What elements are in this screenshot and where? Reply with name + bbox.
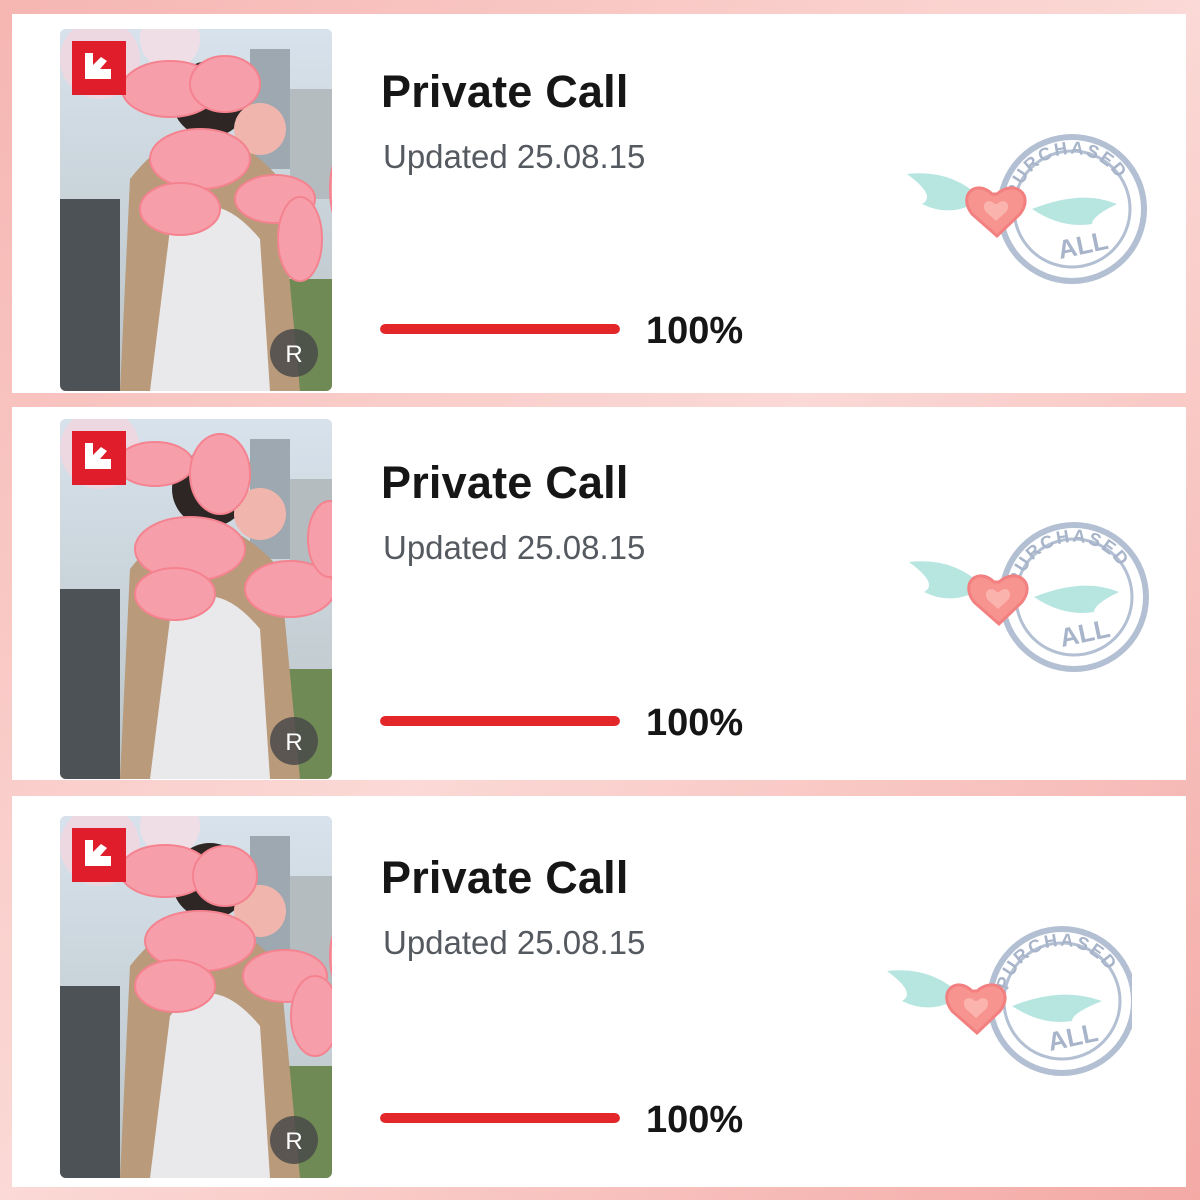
progress-fill — [380, 716, 620, 726]
progress-percent: 100% — [646, 1099, 744, 1141]
cover-artwork: R — [60, 816, 332, 1178]
progress-percent: 100% — [646, 310, 744, 352]
progress-fill — [380, 1113, 620, 1123]
progress-fill — [380, 324, 620, 334]
library-item[interactable]: R Private Call Updated 25.08.15 100% PUR… — [12, 14, 1186, 393]
purchased-all-stamp-icon: PURCHASED ALL — [872, 916, 1132, 1086]
progress-percent: 100% — [646, 702, 744, 744]
library-item[interactable]: R Private Call Updated 25.08.15 100% PUR… — [12, 407, 1186, 780]
item-title: Private Call — [381, 852, 629, 903]
item-title: Private Call — [381, 66, 629, 117]
progress-bar — [380, 324, 620, 334]
updated-date: Updated 25.08.15 — [383, 138, 646, 175]
svg-text:R: R — [285, 729, 302, 756]
svg-text:R: R — [285, 341, 302, 368]
cover-artwork: R — [60, 29, 332, 391]
cover-thumbnail[interactable]: R — [60, 816, 332, 1178]
updated-date: Updated 25.08.15 — [383, 924, 646, 961]
updated-date: Updated 25.08.15 — [383, 529, 646, 566]
purchased-all-stamp-icon: PURCHASED ALL — [892, 124, 1152, 294]
progress-bar — [380, 1113, 620, 1123]
purchased-all-stamp-icon: PURCHASED ALL — [894, 512, 1154, 682]
progress-bar — [380, 716, 620, 726]
cover-thumbnail[interactable]: R — [60, 29, 332, 391]
library-item[interactable]: R Private Call Updated 25.08.15 100% PUR… — [12, 796, 1186, 1187]
item-title: Private Call — [381, 457, 629, 508]
cover-thumbnail[interactable]: R — [60, 419, 332, 779]
svg-text:R: R — [285, 1128, 302, 1155]
cover-artwork: R — [60, 419, 332, 779]
